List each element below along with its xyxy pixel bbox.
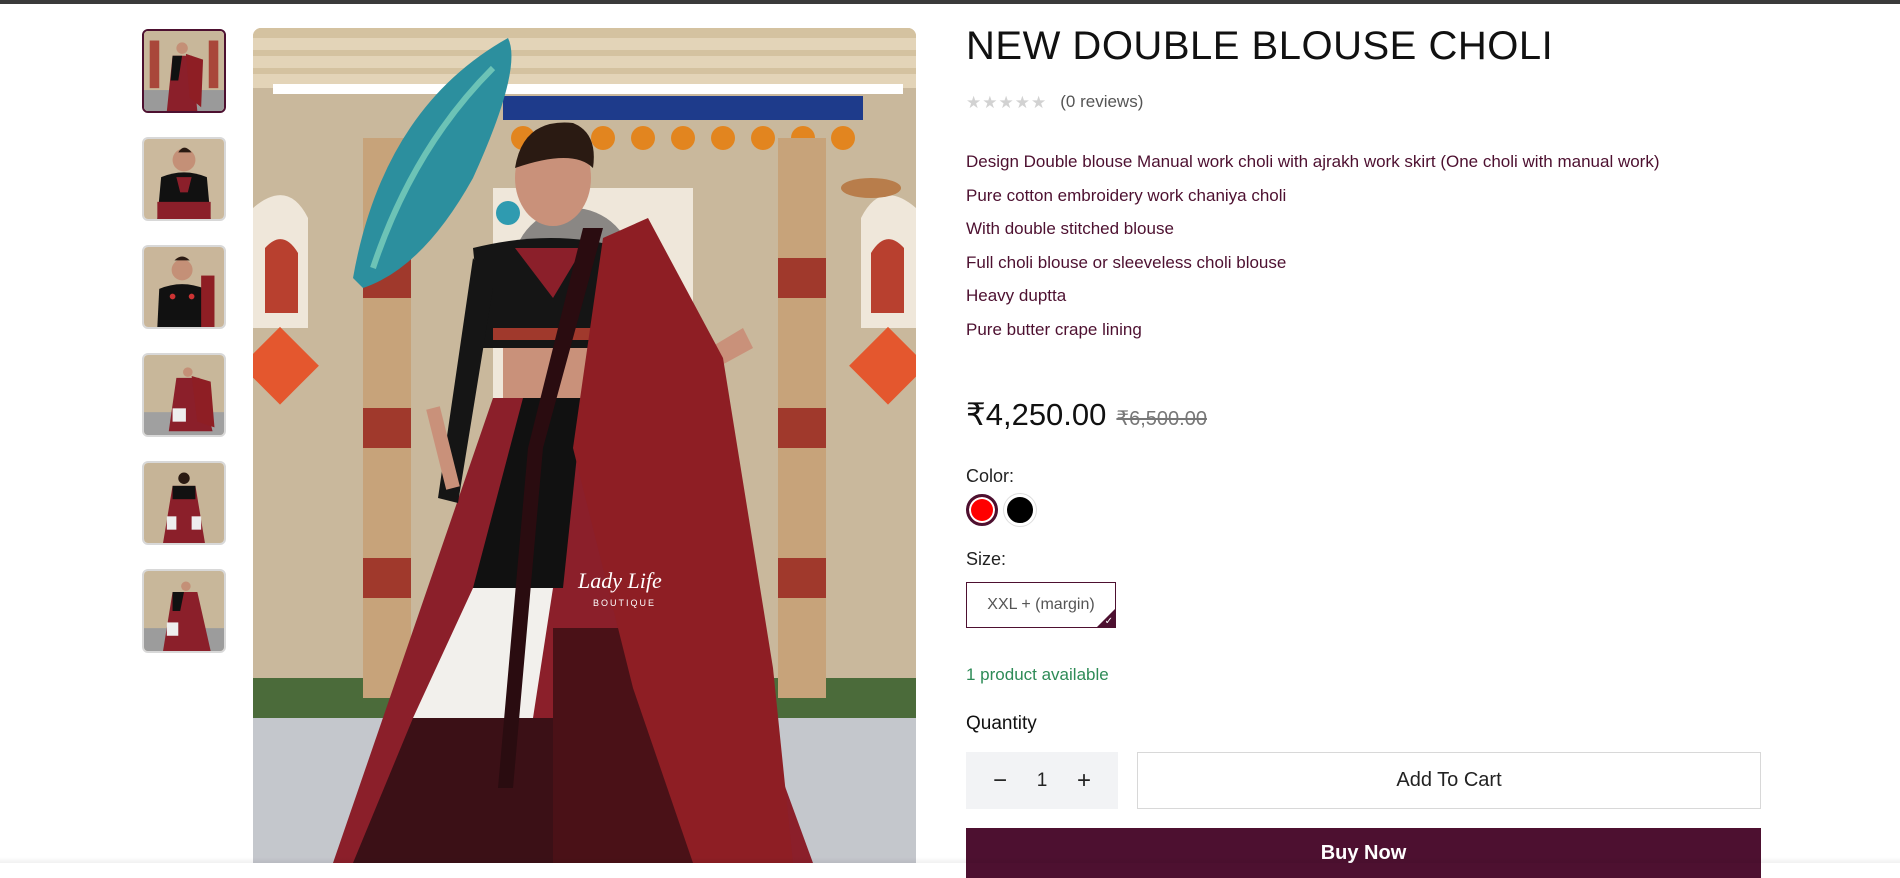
thumbnail-4[interactable] — [142, 353, 226, 437]
star-icon: ★ — [966, 92, 982, 112]
quantity-value[interactable]: 1 — [1037, 770, 1048, 792]
buy-now-button[interactable]: Buy Now — [966, 828, 1761, 878]
color-swatch-black[interactable] — [1004, 494, 1036, 526]
size-option-xxl[interactable]: XXL + (margin) ✓ — [966, 582, 1116, 628]
product-photo: Lady Life BOUTIQUE — [253, 28, 916, 863]
thumbnail-6[interactable] — [142, 569, 226, 653]
color-label: Color: — [966, 466, 1015, 486]
thumbnail-2[interactable] — [142, 137, 226, 221]
description-line: Pure cotton embroidery work chaniya chol… — [966, 185, 1287, 205]
quantity-label: Quantity — [966, 713, 1037, 734]
thumbnail-1[interactable] — [142, 29, 226, 113]
bottom-bar-shadow — [0, 857, 1900, 863]
thumbnail-image — [144, 355, 224, 435]
star-icon: ★ — [1031, 92, 1047, 112]
top-border — [0, 0, 1900, 4]
rating-row: ★ ★ ★ ★ ★ (0 reviews) — [966, 92, 1143, 112]
description-line: Full choli blouse or sleeveless choli bl… — [966, 252, 1287, 272]
thumbnail-5[interactable] — [142, 461, 226, 545]
description-line: With double stitched blouse — [966, 219, 1174, 238]
star-icon: ★ — [1014, 92, 1030, 112]
thumbnail-image — [144, 31, 224, 111]
availability-text: 1 product available — [966, 665, 1109, 684]
thumbnail-image — [144, 571, 224, 651]
add-to-cart-button[interactable]: Add To Cart — [1137, 752, 1761, 809]
color-swatch-red[interactable] — [966, 494, 998, 526]
main-product-image[interactable]: Lady Life BOUTIQUE — [253, 28, 916, 863]
size-option-label: XXL + (margin) — [987, 596, 1095, 613]
thumbnail-image — [144, 139, 224, 219]
price-block: ₹4,250.00 ₹6,500.00 — [966, 397, 1207, 433]
checkmark-icon: ✓ — [1104, 616, 1113, 627]
star-icon: ★ — [998, 92, 1014, 112]
thumbnail-image — [144, 463, 224, 543]
description-line: Pure butter crape lining — [966, 319, 1142, 339]
size-label: Size: — [966, 549, 1007, 569]
description-line: Heavy duptta — [966, 286, 1067, 305]
product-title: NEW DOUBLE BLOUSE CHOLI — [966, 24, 1554, 68]
svg-text:BOUTIQUE: BOUTIQUE — [593, 598, 656, 608]
thumbnail-gallery — [142, 29, 230, 677]
star-icon: ★ — [982, 92, 998, 112]
plus-icon[interactable]: + — [1072, 768, 1096, 793]
watermark-logo: Lady Life — [577, 568, 662, 593]
description-line: Design Double blouse Manual work choli w… — [966, 152, 1660, 171]
quantity-stepper: − 1 + — [966, 752, 1118, 809]
minus-icon[interactable]: − — [988, 768, 1012, 793]
reviews-count[interactable]: (0 reviews) — [1060, 92, 1143, 112]
thumbnail-3[interactable] — [142, 245, 226, 329]
sale-price: ₹4,250.00 — [966, 397, 1107, 432]
product-description: Design Double blouse Manual work choli w… — [966, 148, 1660, 349]
star-rating: ★ ★ ★ ★ ★ — [966, 94, 1046, 111]
color-swatches — [966, 494, 1036, 526]
thumbnail-image — [144, 247, 224, 327]
compare-price: ₹6,500.00 — [1116, 408, 1207, 430]
